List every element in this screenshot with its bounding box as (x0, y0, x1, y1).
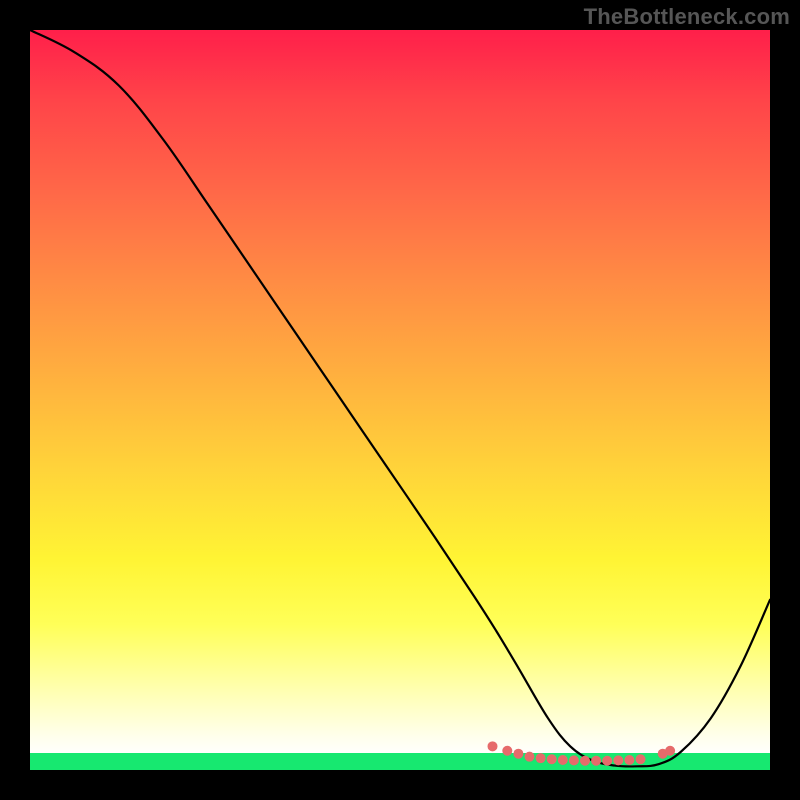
dot-icon (624, 755, 634, 765)
dot-icon (602, 756, 612, 766)
dot-icon (569, 755, 579, 765)
dot-icon (580, 756, 590, 766)
watermark-text: TheBottleneck.com (584, 4, 790, 30)
dot-icon (613, 755, 623, 765)
plot-area (30, 30, 770, 770)
dot-icon (488, 741, 498, 751)
chart-svg (30, 30, 770, 770)
dot-icon (547, 754, 557, 764)
dot-icon (525, 752, 535, 762)
dot-icon (558, 755, 568, 765)
dot-icon (536, 753, 546, 763)
dot-icon (513, 749, 523, 759)
dot-icon (502, 746, 512, 756)
dot-icon (665, 746, 675, 756)
dot-icon (636, 754, 646, 764)
dot-icon (591, 756, 601, 766)
bottleneck-curve (30, 30, 770, 766)
chart-frame: TheBottleneck.com (0, 0, 800, 800)
